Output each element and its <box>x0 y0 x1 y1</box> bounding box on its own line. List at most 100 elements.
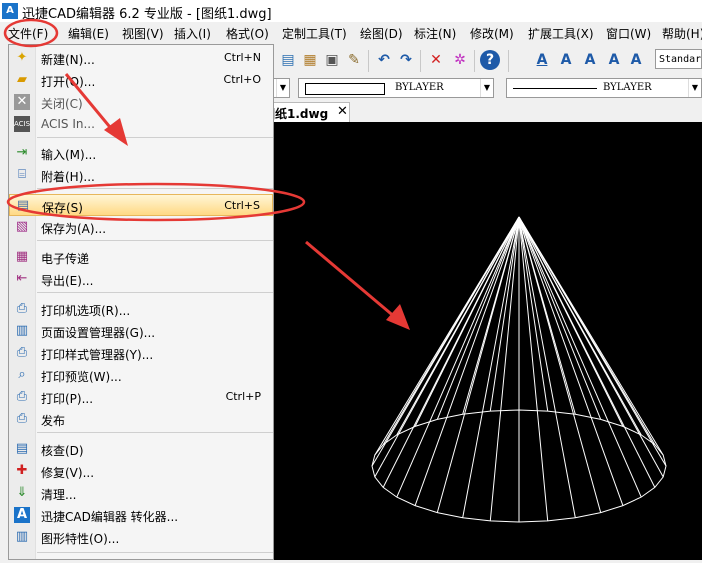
menu-draw[interactable]: 绘图(D) <box>360 25 403 42</box>
menu-item-converter[interactable]: A 迅捷CAD编辑器 转化器... <box>9 504 273 526</box>
drawing-properties-icon: ▥ <box>15 529 29 544</box>
etransmit-icon: ▦ <box>15 249 29 264</box>
menu-item-label: 核查(D) <box>41 444 84 458</box>
menu-item-label: 迅捷CAD编辑器 转化器... <box>41 510 179 524</box>
toolbar-match-properties-icon[interactable]: ✎ <box>344 50 364 70</box>
menu-dimension[interactable]: 标注(N) <box>414 25 456 42</box>
text-find-icon[interactable]: A <box>604 50 624 70</box>
toolbar-separator <box>420 50 421 72</box>
menu-item-acis-in[interactable]: ACIS ACIS In... <box>9 113 273 135</box>
lineweight-select[interactable]: BYLAYER ▼ <box>506 78 702 98</box>
delete-icon[interactable]: ✕ <box>426 50 446 70</box>
menu-item-publish[interactable]: ⎙ 发布 <box>9 408 273 430</box>
app-logo-icon: A <box>2 3 18 19</box>
menu-file[interactable]: 文件(F) <box>8 25 48 42</box>
toolbar-copy-icon[interactable]: ▤ <box>278 50 298 70</box>
menu-modify[interactable]: 修改(M) <box>470 25 514 42</box>
menu-item-label: ACIS In... <box>41 117 95 131</box>
menu-item-label: 保存为(A)... <box>41 222 107 236</box>
print-preview-icon: ⌕ <box>18 367 26 382</box>
undo-icon[interactable]: ↶ <box>374 50 394 70</box>
menu-item-plot-style[interactable]: ⎙ 打印样式管理器(Y)... <box>9 342 273 364</box>
menu-item-label: 附着(H)... <box>41 170 95 184</box>
menu-item-label: 发布 <box>41 414 66 428</box>
menu-item-label: 电子传递 <box>41 252 90 266</box>
menu-item-new[interactable]: ✦ 新建(N)... Ctrl+N <box>9 47 273 69</box>
menu-item-import[interactable]: ⇥ 输入(M)... <box>9 142 273 164</box>
menu-separator <box>37 137 273 138</box>
menu-item-purge[interactable]: ⇓ 清理... <box>9 482 273 504</box>
menu-format[interactable]: 格式(O) <box>226 25 269 42</box>
color-select[interactable]: BYLAYER ▼ <box>298 78 494 98</box>
menu-item-drawing-properties[interactable]: ▥ 图形特性(O)... <box>9 526 273 548</box>
menu-item-close[interactable]: ✕ 关闭(C) <box>9 91 273 113</box>
menu-item-recover[interactable]: ✚ 修复(V)... <box>9 460 273 482</box>
menu-item-attach[interactable]: ⌸ 附着(H)... <box>9 164 273 186</box>
menu-item-label: 图形特性(O)... <box>41 532 120 546</box>
menu-item-audit[interactable]: ▤ 核查(D) <box>9 438 273 460</box>
color-swatch <box>305 83 385 95</box>
menu-separator <box>37 552 273 553</box>
menu-item-print-preview[interactable]: ⌕ 打印预览(W)... <box>9 364 273 386</box>
menu-edit[interactable]: 编辑(E) <box>68 25 109 42</box>
color-select-label: BYLAYER <box>395 82 444 93</box>
menu-item-label: 修复(V)... <box>41 466 95 480</box>
menu-item-label: 打印预览(W)... <box>41 370 122 384</box>
import-icon: ⇥ <box>16 145 28 160</box>
audit-icon: ▤ <box>15 441 29 456</box>
menu-item-print[interactable]: ⎙ 打印(P)... Ctrl+P <box>9 386 273 408</box>
menu-item-open[interactable]: ▰ 打开(O)... Ctrl+O <box>9 69 273 91</box>
print-icon: ⎙ <box>16 389 28 404</box>
menu-item-label: 导出(E)... <box>41 274 94 288</box>
text-style-icon[interactable]: A <box>556 50 576 70</box>
toolbar-paste-icon[interactable]: ▦ <box>300 50 320 70</box>
export-icon: ⇤ <box>16 271 28 286</box>
menu-item-label: 清理... <box>41 488 77 502</box>
menu-separator <box>37 188 273 189</box>
menu-item-label: 打印机选项(R)... <box>41 304 131 318</box>
menu-item-label: 关闭(C) <box>41 97 83 111</box>
window-title: 迅捷CAD编辑器 6.2 专业版 - [图纸1.dwg] <box>22 7 272 22</box>
text-style-select[interactable]: Standar <box>655 49 702 69</box>
menu-item-shortcut: Ctrl+O <box>223 73 261 86</box>
menu-extension-tools[interactable]: 扩展工具(X) <box>528 25 594 42</box>
menu-item-export[interactable]: ⇤ 导出(E)... <box>9 268 273 290</box>
save-as-icon: ▧ <box>15 219 29 234</box>
cone-generator-line <box>518 216 642 498</box>
plot-style-icon: ⎙ <box>16 345 28 360</box>
menu-item-save-as[interactable]: ▧ 保存为(A)... <box>9 216 273 238</box>
erase-icon[interactable]: ✲ <box>450 50 470 70</box>
menu-separator <box>37 432 273 433</box>
menu-item-etransmit[interactable]: ▦ 电子传递 <box>9 246 273 268</box>
drawing-canvas[interactable] <box>258 122 702 560</box>
toolbar-separator <box>474 50 475 72</box>
menu-item-label: 输入(M)... <box>41 148 97 162</box>
close-icon[interactable]: ✕ <box>337 104 348 119</box>
acis-icon: ACIS <box>14 116 30 132</box>
cone-generator-line <box>518 216 624 506</box>
menu-item-page-setup[interactable]: ▥ 页面设置管理器(G)... <box>9 320 273 342</box>
text-edit-icon[interactable]: A <box>580 50 600 70</box>
chevron-down-icon: ▼ <box>480 79 493 97</box>
lineweight-preview <box>513 88 597 89</box>
text-search-icon[interactable]: A <box>626 50 646 70</box>
menu-item-label: 新建(N)... <box>41 53 95 67</box>
menu-insert[interactable]: 插入(I) <box>174 25 211 42</box>
text-underline-icon[interactable]: A <box>532 50 552 70</box>
menu-item-printer-options[interactable]: ⎙ 打印机选项(R)... <box>9 298 273 320</box>
save-icon: ▤ <box>16 198 30 213</box>
menu-separator <box>37 292 273 293</box>
menu-view[interactable]: 视图(V) <box>122 25 164 42</box>
menu-help[interactable]: 帮助(H) <box>662 25 702 42</box>
menu-separator <box>37 240 273 241</box>
help-icon[interactable]: ? <box>480 50 500 70</box>
page-setup-icon: ▥ <box>15 323 29 338</box>
redo-icon[interactable]: ↷ <box>396 50 416 70</box>
menu-item-save[interactable]: ▤ 保存(S) Ctrl+S <box>9 194 273 216</box>
menu-custom-tools[interactable]: 定制工具(T) <box>282 25 347 42</box>
cone-generator-line <box>462 216 520 518</box>
cone-generator-line <box>436 216 520 420</box>
menu-window[interactable]: 窗口(W) <box>606 25 651 42</box>
toolbar-clipboard-icon[interactable]: ▣ <box>322 50 342 70</box>
lineweight-select-label: BYLAYER <box>603 82 652 93</box>
